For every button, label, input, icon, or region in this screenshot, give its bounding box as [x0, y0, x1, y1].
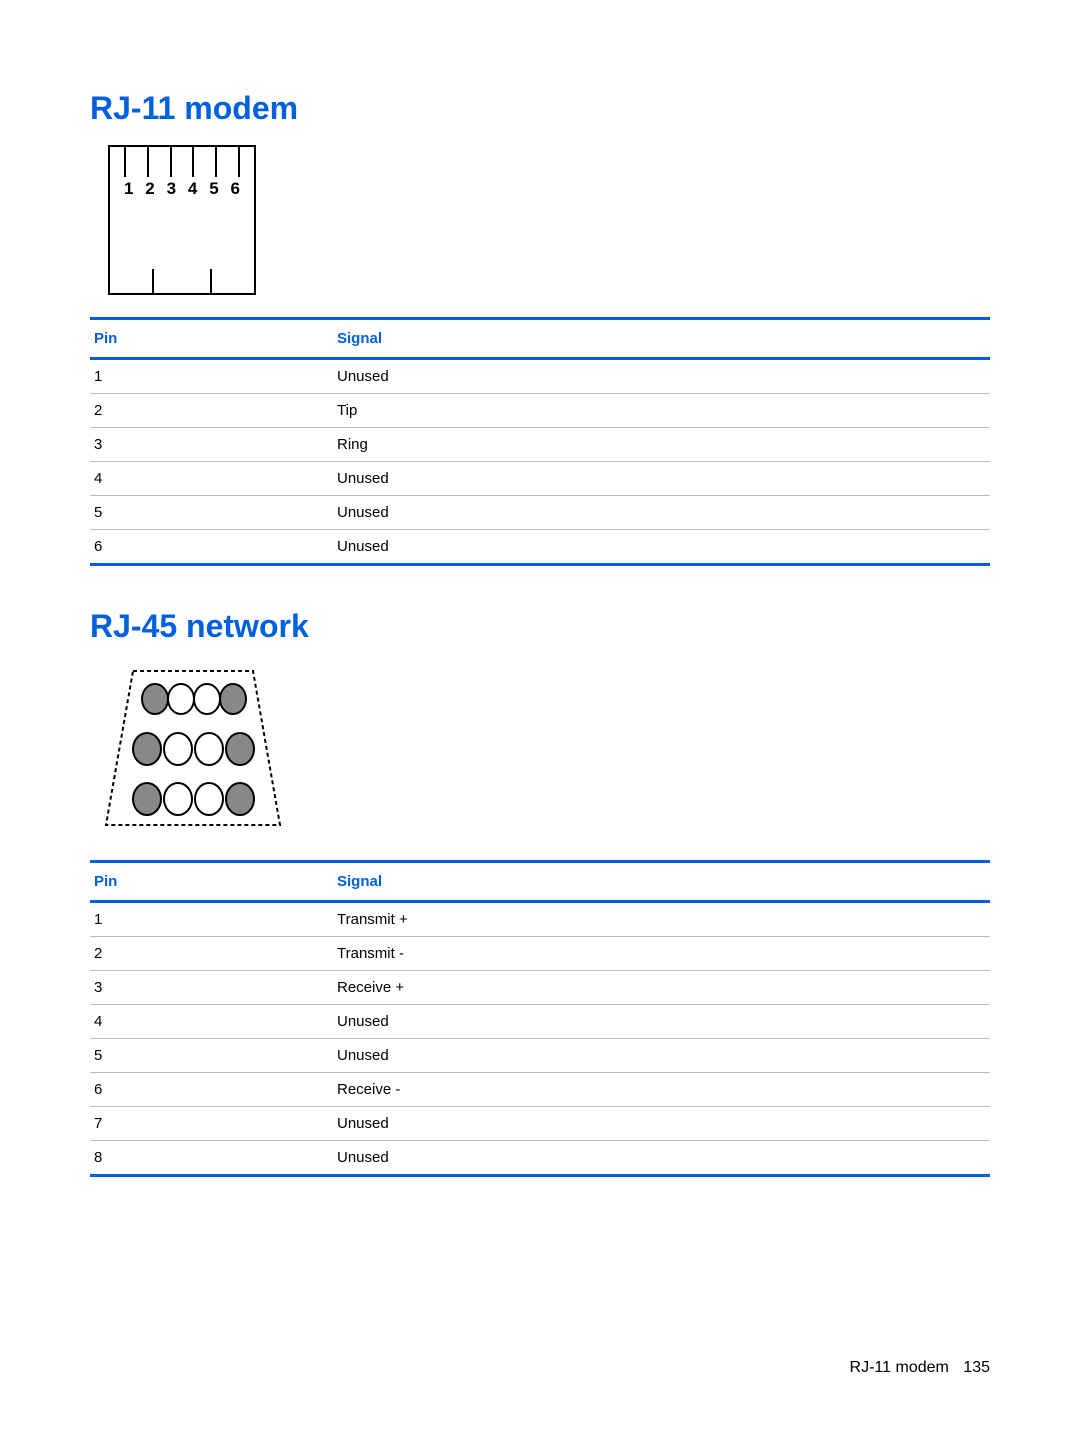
table-row: 4 Unused — [90, 462, 990, 496]
rj11-connector-figure: 1 2 3 4 5 6 — [90, 145, 990, 295]
col-header-signal: Signal — [333, 319, 990, 359]
table-row: 6 Unused — [90, 530, 990, 565]
table-header-row: Pin Signal — [90, 319, 990, 359]
rj11-pin-numbers: 1 2 3 4 5 6 — [124, 179, 240, 199]
rj45-socket-icon — [98, 663, 288, 833]
table-row: 3 Receive + — [90, 971, 990, 1005]
table-row: 1 Unused — [90, 359, 990, 394]
document-page: RJ-11 modem 1 2 3 4 5 6 — [0, 0, 1080, 1177]
col-header-pin: Pin — [90, 319, 333, 359]
rj45-connector-figure — [90, 663, 990, 838]
table-row: 6 Receive - — [90, 1073, 990, 1107]
heading-rj45: RJ-45 network — [90, 608, 990, 645]
rj11-socket-icon: 1 2 3 4 5 6 — [108, 145, 256, 295]
page-footer: RJ-11 modem 135 — [850, 1359, 990, 1377]
table-row: 8 Unused — [90, 1141, 990, 1176]
table-row: 5 Unused — [90, 496, 990, 530]
table-row: 4 Unused — [90, 1005, 990, 1039]
table-row: 5 Unused — [90, 1039, 990, 1073]
col-header-signal: Signal — [333, 862, 990, 902]
rj45-pinout-table: Pin Signal 1 Transmit + 2 Transmit - 3 R… — [90, 860, 990, 1177]
footer-page-number: 135 — [963, 1359, 990, 1376]
col-header-pin: Pin — [90, 862, 333, 902]
table-header-row: Pin Signal — [90, 862, 990, 902]
table-row: 1 Transmit + — [90, 902, 990, 937]
heading-rj11: RJ-11 modem — [90, 90, 990, 127]
footer-section-ref: RJ-11 modem — [850, 1359, 949, 1376]
table-row: 2 Transmit - — [90, 937, 990, 971]
table-row: 3 Ring — [90, 428, 990, 462]
rj11-pinout-table: Pin Signal 1 Unused 2 Tip 3 Ring 4 Unuse… — [90, 317, 990, 566]
table-row: 7 Unused — [90, 1107, 990, 1141]
table-row: 2 Tip — [90, 394, 990, 428]
